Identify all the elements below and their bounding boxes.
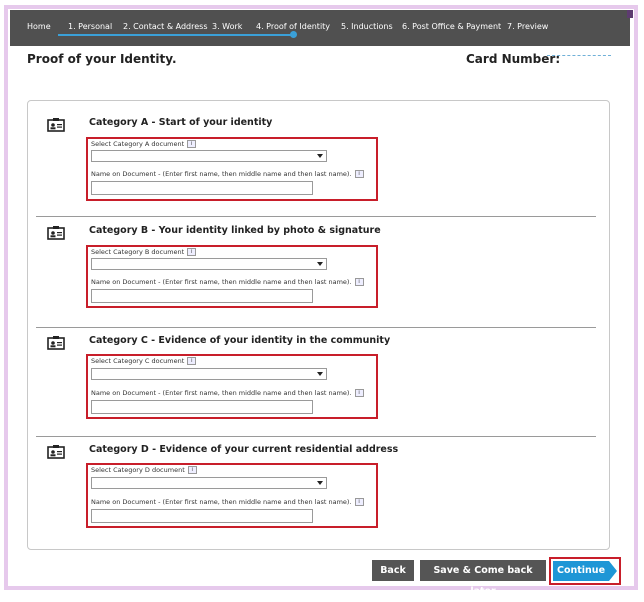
category-c-name-input[interactable]	[91, 400, 313, 414]
category-d-fields: Select Category D document i Name on Docu…	[86, 463, 378, 528]
category-d-select-label: Select Category D document i	[91, 466, 197, 474]
info-icon[interactable]: i	[187, 357, 197, 365]
id-card-icon	[47, 226, 65, 240]
category-a-name-input[interactable]	[91, 181, 313, 195]
category-c-title: Category C - Evidence of your identity i…	[89, 335, 391, 346]
chevron-down-icon	[317, 481, 323, 485]
nav-contact-address[interactable]: 2. Contact & Address	[123, 22, 207, 31]
continue-button-highlight: Continue	[549, 557, 621, 585]
nav-progress-bar	[58, 34, 293, 36]
nav-personal[interactable]: 1. Personal	[68, 22, 112, 31]
info-icon[interactable]: i	[187, 248, 197, 256]
id-card-icon	[47, 336, 65, 350]
chevron-down-icon	[317, 372, 323, 376]
category-b-name-input[interactable]	[91, 289, 313, 303]
category-b-name-label: Name on Document - (Enter first name, th…	[91, 278, 364, 286]
category-c-select[interactable]	[91, 368, 327, 380]
continue-arrow-icon	[609, 561, 617, 581]
card-number-label: Card Number:	[466, 52, 561, 66]
category-a-fields: Select Category A document i Name on Docu…	[86, 137, 378, 201]
category-c-fields: Select Category C document i Name on Docu…	[86, 354, 378, 419]
info-icon[interactable]: i	[354, 170, 364, 178]
category-a-title: Category A - Start of your identity	[89, 117, 273, 128]
info-icon[interactable]: i	[354, 498, 364, 506]
corner-tab-icon	[627, 10, 633, 18]
category-a-select[interactable]	[91, 150, 327, 162]
nav-work[interactable]: 3. Work	[212, 22, 242, 31]
category-d-title: Category D - Evidence of your current re…	[89, 444, 399, 455]
chevron-down-icon	[317, 154, 323, 158]
info-icon[interactable]: i	[187, 140, 197, 148]
card-number-value	[547, 55, 611, 61]
chevron-down-icon	[317, 262, 323, 266]
category-c-name-label: Name on Document - (Enter first name, th…	[91, 389, 364, 397]
back-button[interactable]: Back	[372, 560, 414, 581]
nav-proof-of-identity[interactable]: 4. Proof of Identity	[256, 22, 330, 31]
nav-inductions[interactable]: 5. Inductions	[341, 22, 393, 31]
info-icon[interactable]: i	[354, 389, 364, 397]
info-icon[interactable]: i	[354, 278, 364, 286]
page-title: Proof of your Identity.	[27, 52, 177, 66]
nav-post-office-payment[interactable]: 6. Post Office & Payment	[402, 22, 501, 31]
info-icon[interactable]: i	[187, 466, 197, 474]
category-d-name-label: Name on Document - (Enter first name, th…	[91, 498, 364, 506]
category-b-fields: Select Category B document i Name on Docu…	[86, 245, 378, 308]
category-d-name-input[interactable]	[91, 509, 313, 523]
section-divider	[36, 216, 596, 217]
save-come-back-later-button[interactable]: Save & Come back later	[420, 560, 546, 597]
nav-preview[interactable]: 7. Preview	[507, 22, 548, 31]
section-divider	[36, 327, 596, 328]
category-c-select-label: Select Category C document i	[91, 357, 197, 365]
nav-home[interactable]: Home	[27, 22, 51, 31]
nav-progress-marker	[290, 31, 297, 38]
id-card-icon	[47, 118, 65, 132]
category-b-select[interactable]	[91, 258, 327, 270]
category-d-select[interactable]	[91, 477, 327, 489]
category-b-select-label: Select Category B document i	[91, 248, 197, 256]
id-card-icon	[47, 445, 65, 459]
continue-button[interactable]: Continue	[553, 561, 609, 581]
category-a-select-label: Select Category A document i	[91, 140, 197, 148]
section-divider	[36, 436, 596, 437]
top-nav: Home 1. Personal 2. Contact & Address 3.…	[10, 10, 630, 46]
category-b-title: Category B - Your identity linked by pho…	[89, 225, 381, 236]
category-a-name-label: Name on Document - (Enter first name, th…	[91, 170, 364, 178]
